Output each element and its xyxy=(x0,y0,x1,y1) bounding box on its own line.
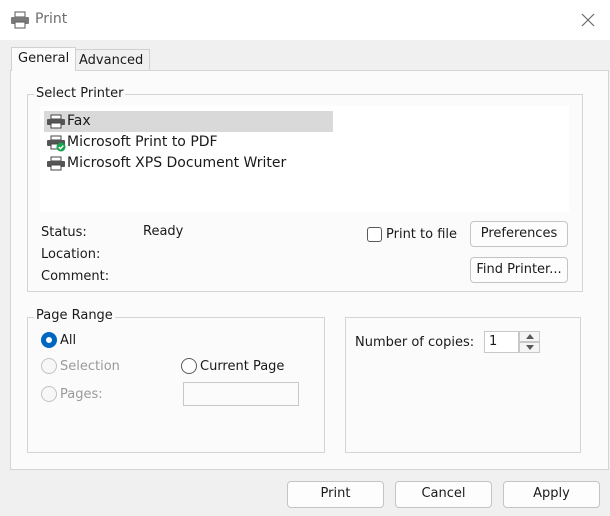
all-radio[interactable] xyxy=(41,332,57,348)
pages-radio[interactable] xyxy=(41,386,57,402)
copies-decrement-button[interactable] xyxy=(519,342,540,353)
location-label: Location: xyxy=(41,247,101,262)
find-printer-button[interactable]: Find Printer... xyxy=(470,257,568,283)
number-of-copies-label: Number of copies: xyxy=(355,335,475,350)
printer-item-microsoft-print-to-pdf[interactable]: Microsoft Print to PDF xyxy=(44,132,333,153)
printer-item-fax[interactable]: Fax xyxy=(44,111,333,132)
tab-general-label: General xyxy=(18,51,70,66)
printer-item-label: Microsoft XPS Document Writer xyxy=(67,155,287,171)
pages-input[interactable] xyxy=(183,382,299,406)
title-bar: Print xyxy=(0,0,610,40)
tab-advanced[interactable]: Advanced xyxy=(72,49,151,72)
status-label: Status: xyxy=(41,225,87,240)
status-value: Ready xyxy=(143,224,184,239)
close-icon[interactable] xyxy=(578,10,598,30)
cancel-button-label: Cancel xyxy=(421,486,466,501)
chevron-down-icon xyxy=(526,345,534,350)
window-title: Print xyxy=(35,11,68,27)
printer-list[interactable]: Fax Microsoft Print to PDF Microsoft XPS… xyxy=(40,106,569,212)
current-page-radio[interactable] xyxy=(181,358,197,374)
selection-radio[interactable] xyxy=(41,358,57,374)
printer-item-microsoft-xps-document-writer[interactable]: Microsoft XPS Document Writer xyxy=(44,153,333,174)
all-label[interactable]: All xyxy=(60,333,76,348)
selection-label[interactable]: Selection xyxy=(60,359,120,374)
printer-item-label: Fax xyxy=(67,113,91,129)
print-to-file-label[interactable]: Print to file xyxy=(386,227,457,242)
chevron-up-icon xyxy=(526,334,534,339)
printer-icon xyxy=(47,156,65,171)
cancel-button[interactable]: Cancel xyxy=(395,481,492,508)
page-range-group-label: Page Range xyxy=(34,308,115,323)
select-printer-group-label: Select Printer xyxy=(34,86,126,101)
printer-item-label: Microsoft Print to PDF xyxy=(67,134,218,150)
apply-button-label: Apply xyxy=(533,486,570,501)
copies-increment-button[interactable] xyxy=(519,331,540,342)
print-to-file-checkbox[interactable] xyxy=(367,227,382,242)
tab-general[interactable]: General xyxy=(11,47,77,71)
copies-input[interactable]: 1 xyxy=(484,331,519,353)
current-page-label[interactable]: Current Page xyxy=(200,359,284,374)
find-printer-button-label: Find Printer... xyxy=(476,262,562,277)
apply-button[interactable]: Apply xyxy=(503,481,600,508)
print-button-label: Print xyxy=(320,486,351,501)
comment-label: Comment: xyxy=(41,269,110,284)
printer-icon xyxy=(10,11,30,29)
preferences-button-label: Preferences xyxy=(480,226,558,241)
printer-default-icon xyxy=(47,135,66,152)
preferences-button[interactable]: Preferences xyxy=(470,221,568,247)
tab-advanced-label: Advanced xyxy=(79,53,144,68)
print-button[interactable]: Print xyxy=(287,481,384,508)
printer-icon xyxy=(47,114,65,129)
pages-label[interactable]: Pages: xyxy=(60,387,103,402)
